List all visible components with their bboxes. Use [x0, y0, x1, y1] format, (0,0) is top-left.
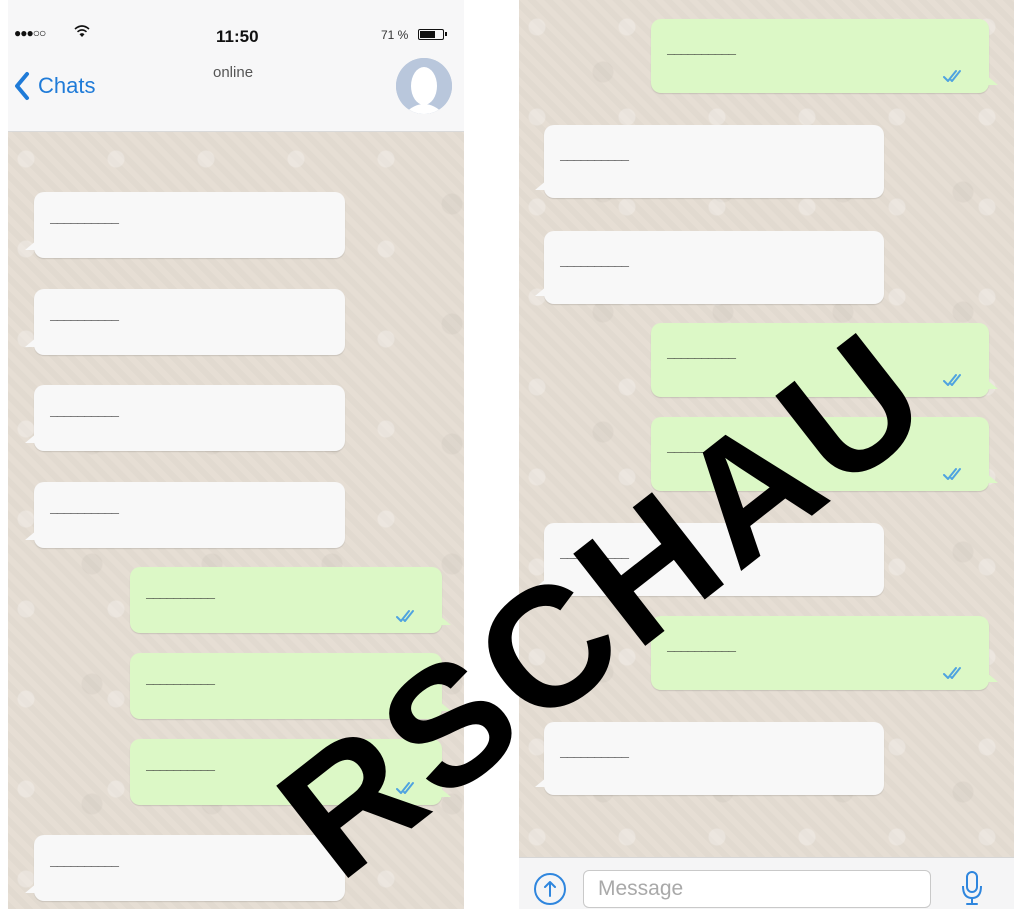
double-check-icon: [943, 70, 961, 82]
message-bubble-outgoing[interactable]: __________: [651, 417, 998, 491]
message-input[interactable]: [583, 870, 931, 908]
message-bubble-incoming[interactable]: __________: [535, 125, 884, 198]
contact-avatar[interactable]: [396, 58, 452, 114]
message-text: __________: [560, 148, 629, 163]
message-bubble-outgoing[interactable]: __________: [651, 19, 998, 93]
message-bubble-outgoing[interactable]: __________: [130, 653, 451, 719]
battery-percent: 71 %: [381, 28, 409, 42]
message-composer: [519, 857, 1014, 909]
message-bubble-incoming[interactable]: __________: [25, 835, 345, 901]
status-time: 11:50: [216, 27, 259, 46]
message-text: __________: [50, 854, 119, 869]
arrow-up-circle-icon: [544, 881, 556, 897]
message-bubble-incoming[interactable]: __________: [25, 192, 345, 258]
double-check-icon: [943, 667, 961, 679]
message-text: __________: [146, 672, 215, 687]
message-bubble-incoming[interactable]: __________: [535, 722, 884, 795]
double-check-icon: [943, 374, 961, 386]
double-check-icon: [396, 610, 414, 622]
chat-screen-right: __________ __________ __________ __________…: [519, 0, 1014, 909]
message-text: __________: [50, 308, 119, 323]
double-check-icon: [396, 782, 414, 794]
message-bubble-outgoing[interactable]: __________: [651, 616, 998, 690]
message-text: __________: [667, 639, 736, 654]
signal-indicator: ●●●○○: [14, 26, 46, 40]
contact-status: online: [213, 64, 254, 81]
double-check-icon: [396, 696, 414, 708]
double-check-icon: [943, 468, 961, 480]
message-text: __________: [50, 404, 119, 419]
message-text: __________: [560, 546, 629, 561]
message-text: __________: [560, 745, 629, 760]
message-bubble-incoming[interactable]: __________: [25, 482, 345, 548]
message-text: __________: [146, 758, 215, 773]
message-bubble-incoming[interactable]: __________: [535, 523, 884, 596]
message-bubble-outgoing[interactable]: __________: [130, 739, 451, 805]
battery-level: [420, 31, 435, 38]
message-text: __________: [560, 254, 629, 269]
message-bubble-incoming[interactable]: __________: [535, 231, 884, 304]
back-label: Chats: [38, 73, 96, 98]
message-text: __________: [50, 501, 119, 516]
message-bubble-outgoing[interactable]: __________: [651, 323, 998, 397]
chevron-left-icon: [15, 72, 29, 100]
battery-icon: [418, 29, 447, 40]
message-text: __________: [146, 586, 215, 601]
message-bubble-incoming[interactable]: __________: [25, 385, 345, 451]
message-bubble-incoming[interactable]: __________: [25, 289, 345, 355]
back-button[interactable]: Chats: [12, 70, 95, 102]
message-text: __________: [667, 346, 736, 361]
mic-button[interactable]: [960, 869, 984, 907]
attach-button[interactable]: [534, 873, 566, 905]
wifi-icon: [74, 25, 90, 37]
chat-screen-left: ●●●○○ 11:50 71 % Chats online __________…: [8, 0, 464, 909]
chat-header: ●●●○○ 11:50 71 % Chats online: [8, 0, 464, 132]
chat-screens: ●●●○○ 11:50 71 % Chats online __________…: [0, 0, 1014, 909]
person-silhouette-icon: [396, 58, 452, 114]
message-text: __________: [50, 211, 119, 226]
message-bubble-outgoing[interactable]: __________: [130, 567, 451, 633]
message-text: __________: [667, 42, 736, 57]
microphone-icon: [962, 871, 982, 905]
message-text: __________: [667, 440, 736, 455]
